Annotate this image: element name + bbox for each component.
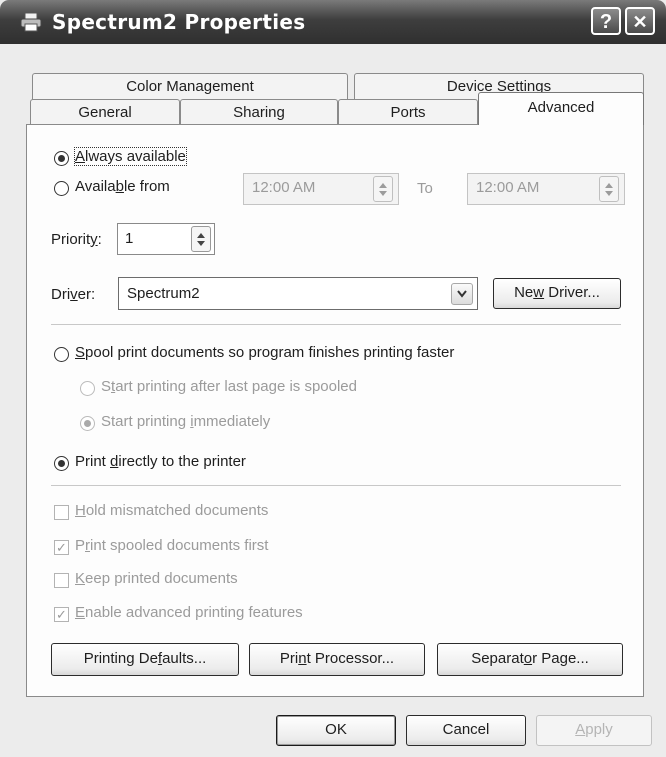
from-time-spinner[interactable] [373,176,393,202]
tab-advanced[interactable]: Advanced [478,92,644,125]
spool-label[interactable]: Spool print documents so program finishe… [75,344,454,361]
enable-advanced-features-label[interactable]: Enable advanced printing features [75,604,303,621]
keep-printed-checkbox[interactable] [54,573,69,588]
title-bar[interactable]: Spectrum2 Properties ? ✕ [0,0,666,44]
printing-defaults-button[interactable]: Printing Defaults... [51,643,239,676]
window-title: Spectrum2 Properties [52,10,306,34]
priority-label: Priority: [51,231,102,248]
checkmark-icon: ✓ [56,540,67,555]
hold-mismatched-label[interactable]: Hold mismatched documents [75,502,268,519]
separator [51,485,621,486]
tab-general[interactable]: General [30,99,180,126]
ok-button[interactable]: OK [276,715,396,746]
checkmark-icon: ✓ [56,607,67,622]
spin-down-icon [197,241,205,246]
print-spooled-first-checkbox[interactable]: ✓ [54,540,69,555]
start-after-spooled-radio[interactable] [80,381,95,396]
spin-down-icon [379,191,387,196]
separator [51,324,621,325]
spin-up-icon [605,183,613,188]
to-time-spinner[interactable] [599,176,619,202]
keep-printed-label[interactable]: Keep printed documents [75,570,238,587]
driver-label: Driver: [51,286,96,303]
enable-advanced-features-checkbox[interactable]: ✓ [54,607,69,622]
print-spooled-first-label[interactable]: Print spooled documents first [75,537,268,554]
start-immediately-radio[interactable] [80,416,95,431]
available-from-radio[interactable] [54,181,69,196]
tab-ports[interactable]: Ports [338,99,478,126]
start-immediately-label[interactable]: Start printing immediately [101,413,270,430]
to-label: To [417,180,433,197]
close-button[interactable]: ✕ [625,7,655,35]
spin-up-icon [197,233,205,238]
spool-radio[interactable] [54,347,69,362]
print-processor-button[interactable]: Print Processor... [249,643,425,676]
always-available-radio[interactable] [54,151,69,166]
driver-select[interactable]: Spectrum2 [118,277,478,310]
spin-up-icon [379,183,387,188]
new-driver-button[interactable]: New Driver... [493,278,621,309]
separator-page-button[interactable]: Separator Page... [437,643,623,676]
priority-spinner[interactable] [191,226,211,252]
advanced-panel: Always available Available from 12:00 AM… [26,124,644,697]
tab-color-management[interactable]: Color Management [32,73,348,100]
print-directly-label[interactable]: Print directly to the printer [75,453,246,470]
print-directly-radio[interactable] [54,456,69,471]
always-available-label[interactable]: Always available [74,147,187,166]
start-after-spooled-label[interactable]: Start printing after last page is spoole… [101,378,357,395]
hold-mismatched-checkbox[interactable] [54,505,69,520]
apply-button[interactable]: Apply [536,715,652,746]
printer-icon [20,12,42,32]
help-button[interactable]: ? [591,7,621,35]
properties-window: Spectrum2 Properties ? ✕ Color Managemen… [0,0,666,757]
cancel-button[interactable]: Cancel [406,715,526,746]
spin-down-icon [605,191,613,196]
available-from-label[interactable]: Available from [75,178,170,195]
dropdown-arrow-icon[interactable] [451,283,473,305]
tab-sharing[interactable]: Sharing [180,99,338,126]
